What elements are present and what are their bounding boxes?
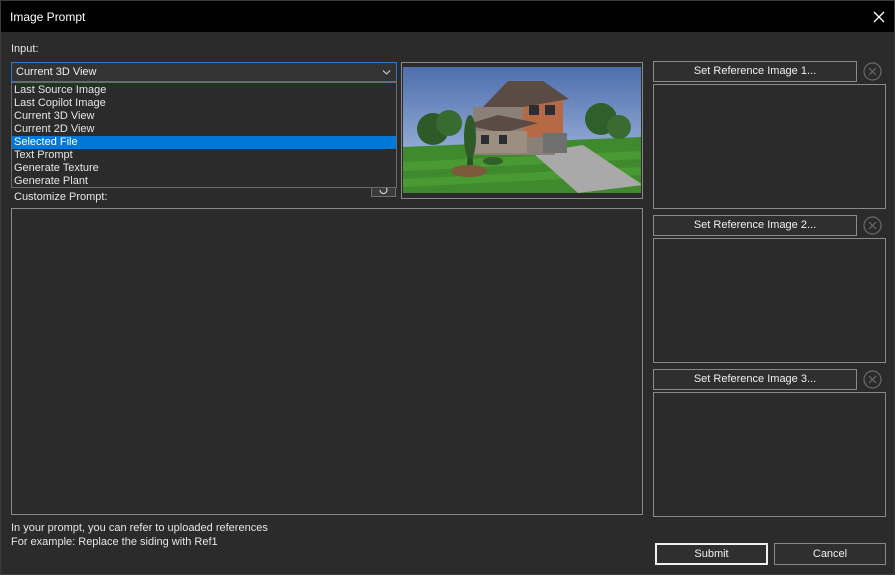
clear-reference-image-1-button[interactable] <box>862 61 885 82</box>
circle-x-icon <box>863 216 882 235</box>
reference-image-1-preview <box>653 84 886 209</box>
circle-x-icon <box>863 370 882 389</box>
image-prompt-dialog: Image Prompt Input: Current 3D View Last… <box>0 0 895 575</box>
dropdown-option-current-2d-view[interactable]: Current 2D View <box>12 123 396 136</box>
reference-example-text: For example: Replace the siding with Ref… <box>11 536 218 548</box>
chevron-down-icon <box>382 70 391 75</box>
customize-prompt-label: Customize Prompt: <box>14 191 108 203</box>
window-close-button[interactable] <box>864 1 894 32</box>
circle-x-icon <box>863 62 882 81</box>
title-bar: Image Prompt <box>1 1 894 32</box>
house-preview-image <box>403 67 641 193</box>
clear-reference-image-3-button[interactable] <box>862 369 885 390</box>
set-reference-image-2-button[interactable]: Set Reference Image 2... <box>653 215 857 236</box>
dropdown-option-generate-plant[interactable]: Generate Plant <box>12 175 396 188</box>
dropdown-option-text-prompt[interactable]: Text Prompt <box>12 149 396 162</box>
input-label: Input: <box>11 43 39 55</box>
clear-reference-image-2-button[interactable] <box>862 215 885 236</box>
customize-prompt-textarea[interactable] <box>11 208 643 515</box>
input-preview-frame <box>401 62 643 199</box>
window-title: Image Prompt <box>10 10 86 24</box>
dropdown-option-current-3d-view[interactable]: Current 3D View <box>12 110 396 123</box>
input-source-selected-value: Current 3D View <box>16 66 97 78</box>
input-source-select[interactable]: Current 3D View <box>11 62 397 82</box>
reference-hint-text: In your prompt, you can refer to uploade… <box>11 522 268 534</box>
cancel-button[interactable]: Cancel <box>774 543 886 565</box>
set-reference-image-1-button[interactable]: Set Reference Image 1... <box>653 61 857 82</box>
set-reference-image-3-button[interactable]: Set Reference Image 3... <box>653 369 857 390</box>
dropdown-option-last-source-image[interactable]: Last Source Image <box>12 84 396 97</box>
dropdown-option-last-copilot-image[interactable]: Last Copilot Image <box>12 97 396 110</box>
dropdown-option-generate-texture[interactable]: Generate Texture <box>12 162 396 175</box>
submit-button[interactable]: Submit <box>655 543 768 565</box>
dropdown-option-selected-file[interactable]: Selected File <box>12 136 396 149</box>
reference-image-3-preview <box>653 392 886 517</box>
close-icon <box>873 11 885 22</box>
input-source-dropdown-list: Last Source Image Last Copilot Image Cur… <box>11 82 397 188</box>
reference-image-2-preview <box>653 238 886 363</box>
